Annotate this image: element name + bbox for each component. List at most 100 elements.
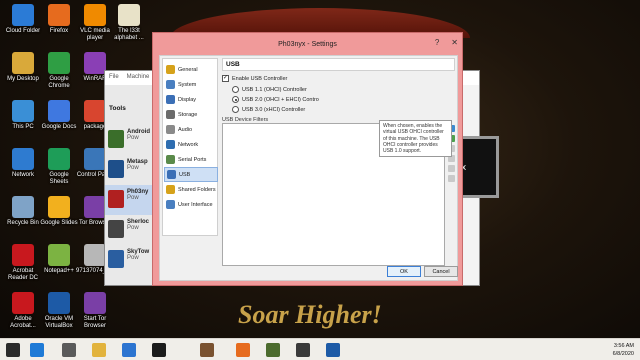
desktop-icon-label: Google Sheets [49, 172, 69, 185]
usb-controller-option[interactable]: USB 1.1 (OHCI) Controller [232, 86, 307, 93]
usb-controller-label: USB 3.0 (xHCI) Controller [242, 106, 306, 113]
controller-tooltip: When chosen, enables the virtual USB OHC… [379, 120, 452, 158]
enable-usb-checkbox[interactable]: ✓ [222, 75, 229, 82]
move-up-icon[interactable] [448, 165, 455, 172]
game-icon[interactable] [266, 343, 280, 357]
enable-usb-row[interactable]: ✓ Enable USB Controller [222, 75, 287, 82]
ok-button[interactable]: OK [387, 266, 421, 277]
vm-list-item[interactable]: Android Pow [105, 125, 155, 155]
folder-icon[interactable] [92, 343, 106, 357]
enable-usb-label: Enable USB Controller [232, 75, 288, 82]
nav-item-serial-ports[interactable]: Serial Ports [164, 152, 218, 167]
settings-dialog[interactable]: Ph03nyx - Settings ? ✕ General System Disp… [152, 32, 463, 286]
taskbar-clock[interactable]: 3:56 AM 6/8/2020 [613, 342, 634, 358]
desktop-icon[interactable]: Oracle VM VirtualBox [40, 292, 78, 330]
tools-label[interactable]: Tools [109, 105, 126, 112]
recycle-bin-icon [12, 196, 34, 218]
nav-item-general[interactable]: General [164, 62, 218, 77]
desktop-icon[interactable]: Start Tor Browser [76, 292, 114, 330]
nav-item-system[interactable]: System [164, 77, 218, 92]
chrome-package-icon [84, 100, 106, 122]
desktop-icon-label: Recycle Bin [7, 220, 39, 226]
usb-controller-radio[interactable] [232, 96, 239, 103]
nav-item-label: Audio [178, 126, 193, 133]
shared-folders-icon [166, 185, 175, 194]
nav-item-shared-folders[interactable]: Shared Folders [164, 182, 218, 197]
desktop-icon-label: Adobe Acrobat... [10, 316, 36, 329]
desktop-icon[interactable]: Adobe Acrobat... [4, 292, 42, 330]
usb-controller-label: USB 2.0 (OHCI + EHCI) Contro [242, 96, 319, 103]
desktop-icon[interactable]: This PC [4, 100, 42, 131]
nav-item-audio[interactable]: Audio [164, 122, 218, 137]
google-slides-icon [48, 196, 70, 218]
desktop-icon[interactable]: Cloud Folder [4, 4, 42, 35]
desktop-icon-label: Network [11, 172, 34, 178]
start-icon[interactable] [6, 343, 20, 357]
firefox-icon[interactable] [236, 343, 250, 357]
desktop-icon-label: My Desktop [7, 76, 39, 82]
cancel-button[interactable]: Cancel [424, 266, 458, 277]
menu-file[interactable]: File [109, 74, 119, 82]
dialog-title: Ph03nyx - Settings [278, 40, 337, 48]
usb-controller-radio[interactable] [232, 86, 239, 93]
desktop-icon[interactable]: Network [4, 148, 42, 179]
nav-item-network[interactable]: Network [164, 137, 218, 152]
nav-item-label: Display [178, 96, 197, 103]
media-icon[interactable] [296, 343, 310, 357]
move-down-icon[interactable] [448, 175, 455, 182]
desktop-icon[interactable]: The l33t alphabet ... [110, 4, 148, 42]
vm-state: Pow [127, 165, 139, 171]
desktop-icon[interactable]: VLC media player [76, 4, 114, 42]
vm-os-icon [108, 250, 124, 268]
desktop-icon[interactable]: Firefox [40, 4, 78, 35]
nav-item-user-interface[interactable]: User Interface [164, 197, 218, 212]
desktop-icon[interactable]: My Desktop [4, 52, 42, 83]
vm-os-icon [108, 160, 124, 178]
edge-icon[interactable] [30, 343, 44, 357]
nav-item-label: Shared Folders [178, 186, 216, 193]
desktop-icon-label: Firefox [49, 28, 69, 34]
desktop-icon[interactable]: Notepad++ [40, 244, 78, 275]
vm-os-icon [108, 220, 124, 238]
desktop-icon[interactable]: Recycle Bin [4, 196, 42, 227]
google-docs-icon [48, 100, 70, 122]
vm-state: Pow [127, 255, 139, 261]
nav-item-label: USB [179, 171, 191, 178]
vm-list-item[interactable]: Metasp Pow [105, 155, 155, 185]
close-button[interactable]: ✕ [451, 38, 458, 47]
vm-list-item[interactable]: Ph03ny Pow [105, 185, 155, 215]
nav-item-usb[interactable]: USB [164, 167, 218, 182]
desktop-icon-label: Cloud Folder [5, 28, 41, 34]
terminal-icon[interactable] [152, 343, 166, 357]
settings-nav: General System Display Storage Audio Network S… [162, 58, 218, 236]
control-panel-icon [84, 148, 106, 170]
vm-list-item[interactable]: SkyTow Pow [105, 245, 155, 275]
vm-os-icon [108, 130, 124, 148]
vm-os-icon [108, 190, 124, 208]
desktop-icon-label: This PC [12, 124, 34, 130]
dialog-body: General System Display Storage Audio Network S… [159, 55, 458, 281]
nav-item-display[interactable]: Display [164, 92, 218, 107]
desktop-icon[interactable]: Acrobat Reader DC [4, 244, 42, 282]
nav-item-storage[interactable]: Storage [164, 107, 218, 122]
store-icon[interactable] [62, 343, 76, 357]
desktop-icon[interactable]: Google Docs [40, 100, 78, 131]
help-button[interactable]: ? [435, 38, 439, 47]
usb-controller-option[interactable]: USB 2.0 (OHCI + EHCI) Contro [232, 96, 319, 103]
nav-item-label: System [178, 81, 197, 88]
vm-list-item[interactable]: Sherloc Pow [105, 215, 155, 245]
usb-controller-option[interactable]: USB 3.0 (xHCI) Controller [232, 106, 305, 113]
image-file-icon [84, 244, 106, 266]
clock-date: 6/8/2020 [612, 351, 634, 357]
nav-item-label: User Interface [178, 201, 213, 208]
vm-state: Pow [127, 135, 139, 141]
desktop-icon[interactable]: Google Sheets [40, 148, 78, 186]
storage-icon [166, 110, 175, 119]
desktop-icon[interactable]: Google Chrome [40, 52, 78, 90]
mail-icon[interactable] [122, 343, 136, 357]
photos-icon[interactable] [200, 343, 214, 357]
menu-machine[interactable]: Machine [127, 74, 150, 82]
desktop-icon[interactable]: Google Slides [40, 196, 78, 227]
virtualbox-icon[interactable] [326, 343, 340, 357]
usb-controller-radio[interactable] [232, 106, 239, 113]
